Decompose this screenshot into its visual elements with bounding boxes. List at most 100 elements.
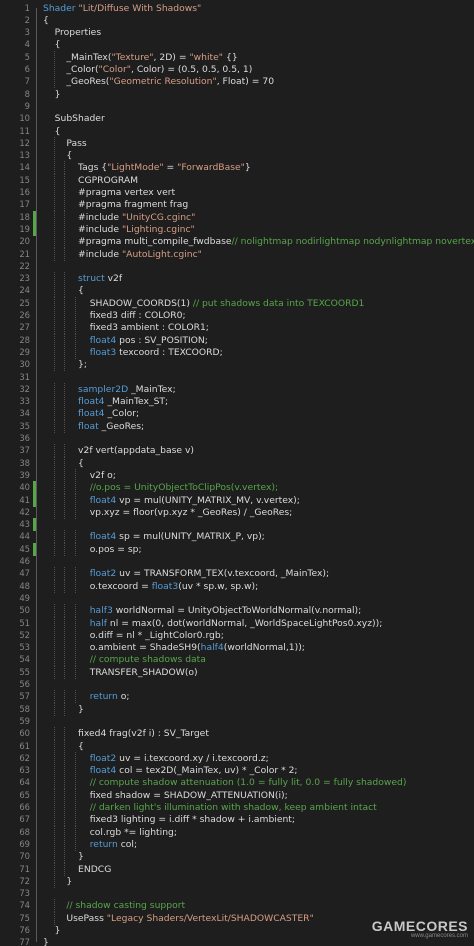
code-text[interactable]: float2 uv = i.texcoord.xy / i.texcoord.z…	[43, 752, 269, 765]
code-line[interactable]: 10 SubShader	[0, 112, 474, 125]
code-text[interactable]: _GeoRes("Geometric Resolution", Float) =…	[43, 75, 274, 88]
code-line[interactable]: 72 }	[0, 874, 474, 888]
code-text[interactable]: return o;	[43, 690, 130, 703]
code-text[interactable]: // compute shadows data	[43, 653, 206, 666]
code-line[interactable]: 2{	[0, 14, 474, 27]
code-line[interactable]: 38 {	[0, 456, 474, 470]
code-line[interactable]: 27 fixed3 ambient : COLOR1;	[0, 321, 474, 335]
code-line[interactable]: 14 Tags {"LightMode" = "ForwardBase"}	[0, 161, 474, 175]
code-line[interactable]: 44 float4 sp = mul(UNITY_MATRIX_P, vp);	[0, 530, 474, 544]
code-line[interactable]: 60 fixed4 frag(v2f i) : SV_Target	[0, 727, 474, 741]
code-text[interactable]: CGPROGRAM	[43, 174, 138, 187]
code-line[interactable]: 74 // shadow casting support	[0, 899, 474, 913]
code-text[interactable]: }	[43, 924, 61, 937]
code-line[interactable]: 66 // darken light's illumination with s…	[0, 801, 474, 814]
code-line[interactable]: 49	[0, 592, 474, 605]
code-line[interactable]: 55 TRANSFER_SHADOW(o)	[0, 665, 474, 679]
code-text[interactable]: fixed3 ambient : COLOR1;	[43, 321, 209, 334]
code-text[interactable]: //o.pos = UnityObjectToClipPos(v.vertex)…	[43, 481, 278, 494]
code-line[interactable]: 8 }	[0, 88, 474, 101]
code-text[interactable]: SubShader	[43, 112, 105, 125]
code-text[interactable]: return col;	[43, 838, 137, 851]
code-line[interactable]: 70 }	[0, 850, 474, 864]
code-text[interactable]: {	[43, 38, 61, 51]
code-text[interactable]: {	[43, 14, 49, 27]
code-line[interactable]: 73	[0, 887, 474, 900]
code-text[interactable]: float2 uv = TRANSFORM_TEX(v.texcoord, _M…	[43, 567, 329, 580]
code-text[interactable]: #pragma multi_compile_fwdbase// nolightm…	[43, 235, 474, 248]
code-text[interactable]: o.pos = sp;	[43, 543, 142, 556]
code-text[interactable]: sampler2D _MainTex;	[43, 383, 176, 396]
code-line[interactable]: 57 return o;	[0, 690, 474, 704]
code-line[interactable]: 32 sampler2D _MainTex;	[0, 382, 474, 396]
code-text[interactable]: // compute shadow attenuation (1.0 = ful…	[43, 776, 407, 789]
code-line[interactable]: 39 v2f o;	[0, 468, 474, 482]
code-line[interactable]: 36	[0, 432, 474, 445]
code-line[interactable]: 58 }	[0, 702, 474, 716]
code-line[interactable]: 68 col.rgb *= lighting;	[0, 825, 474, 839]
code-text[interactable]: float4 _MainTex_ST;	[43, 395, 168, 408]
code-line[interactable]: 34 float4 _Color;	[0, 407, 474, 421]
code-line[interactable]: 19 #include "Lighting.cginc"	[0, 222, 474, 236]
code-line[interactable]: 16 #pragma vertex vert	[0, 186, 474, 199]
code-line[interactable]: 41 float4 vp = mul(UNITY_MATRIX_MV, v.ve…	[0, 493, 474, 507]
code-text[interactable]: _Color("Color", Color) = (0.5, 0.5, 0.5,…	[43, 63, 252, 76]
code-text[interactable]: float4 vp = mul(UNITY_MATRIX_MV, v.verte…	[43, 494, 300, 507]
code-text[interactable]: vp.xyz = floor(vp.xyz * _GeoRes) / _GeoR…	[43, 506, 293, 519]
code-line[interactable]: 30 };	[0, 358, 474, 372]
code-line[interactable]: 6 _Color("Color", Color) = (0.5, 0.5, 0.…	[0, 63, 474, 76]
code-line[interactable]: 23 struct v2f	[0, 272, 474, 286]
code-text[interactable]: {	[43, 149, 72, 162]
code-line[interactable]: 15 CGPROGRAM	[0, 173, 474, 187]
code-text[interactable]: {	[43, 125, 61, 138]
code-line[interactable]: 20 #pragma multi_compile_fwdbase// nolig…	[0, 235, 474, 249]
code-text[interactable]: Tags {"LightMode" = "ForwardBase"}	[43, 161, 251, 174]
code-line[interactable]: 52 o.diff = nl * _LightColor0.rgb;	[0, 628, 474, 642]
code-text[interactable]: #include "Lighting.cginc"	[43, 223, 195, 236]
code-line[interactable]: 33 float4 _MainTex_ST;	[0, 395, 474, 409]
code-line[interactable]: 18 #include "UnityCG.cginc"	[0, 210, 474, 224]
code-line[interactable]: 54 // compute shadows data	[0, 653, 474, 667]
code-line[interactable]: 26 fixed3 diff : COLOR0;	[0, 309, 474, 322]
code-line[interactable]: 37 v2f vert(appdata_base v)	[0, 444, 474, 458]
code-line[interactable]: 67 fixed3 lighting = i.diff * shadow + i…	[0, 813, 474, 827]
code-line[interactable]: 35 float _GeoRes;	[0, 419, 474, 433]
code-text[interactable]: fixed4 frag(v2f i) : SV_Target	[43, 727, 209, 740]
code-line[interactable]: 28 float4 pos : SV_POSITION;	[0, 333, 474, 347]
code-text[interactable]: col.rgb *= lighting;	[43, 826, 177, 839]
code-text[interactable]: float3 texcoord : TEXCOORD;	[43, 346, 223, 359]
code-line[interactable]: 46	[0, 555, 474, 568]
code-line[interactable]: 63 float4 col = tex2D(_MainTex, uv) * _C…	[0, 764, 474, 778]
code-line[interactable]: 22	[0, 260, 474, 273]
code-line[interactable]: 13 {	[0, 149, 474, 163]
code-text[interactable]: SHADOW_COORDS(1) // put shadows data int…	[43, 297, 365, 310]
code-text[interactable]: float4 pos : SV_POSITION;	[43, 334, 208, 347]
code-text[interactable]: Shader "Lit/Diffuse With Shadows"	[43, 2, 201, 15]
code-line[interactable]: 65 fixed shadow = SHADOW_ATTENUATION(i);	[0, 788, 474, 802]
code-text[interactable]: _MainTex("Texture", 2D) = "white" {}	[43, 51, 237, 64]
code-line[interactable]: 25 SHADOW_COORDS(1) // put shadows data …	[0, 296, 474, 310]
code-line[interactable]: 1 Shader "Lit/Diffuse With Shadows"	[0, 2, 474, 15]
code-line[interactable]: 48 o.texcoord = float3(uv * sp.w, sp.w);	[0, 579, 474, 593]
code-line[interactable]: 9	[0, 100, 474, 113]
code-line[interactable]: 69 return col;	[0, 837, 474, 851]
code-text[interactable]: half3 worldNormal = UnityObjectToWorldNo…	[43, 604, 362, 617]
code-text[interactable]: // shadow casting support	[43, 899, 185, 912]
code-text[interactable]: fixed3 lighting = i.diff * shadow + i.am…	[43, 813, 295, 826]
code-text[interactable]: struct v2f	[43, 272, 122, 285]
code-text[interactable]: #include "AutoLight.cginc"	[43, 248, 202, 261]
code-text[interactable]: // darken light's illumination with shad…	[43, 801, 377, 814]
code-text[interactable]: float4 _Color;	[43, 407, 139, 420]
code-line[interactable]: 17 #pragma fragment frag	[0, 198, 474, 212]
code-line[interactable]: 51 half nl = max(0, dot(worldNormal, _Wo…	[0, 616, 474, 630]
code-line[interactable]: 50 half3 worldNormal = UnityObjectToWorl…	[0, 604, 474, 618]
code-line[interactable]: 53 o.ambient = ShadeSH9(half4(worldNorma…	[0, 641, 474, 655]
code-line[interactable]: 56	[0, 678, 474, 691]
code-line[interactable]: 11 {	[0, 125, 474, 138]
code-text[interactable]: }	[43, 936, 49, 946]
code-line[interactable]: 5 _MainTex("Texture", 2D) = "white" {}	[0, 50, 474, 64]
code-text[interactable]: float4 sp = mul(UNITY_MATRIX_P, vp);	[43, 530, 265, 543]
code-text[interactable]: #pragma vertex vert	[43, 186, 175, 199]
code-line[interactable]: 71 ENDCG	[0, 862, 474, 876]
code-line[interactable]: 59	[0, 715, 474, 728]
